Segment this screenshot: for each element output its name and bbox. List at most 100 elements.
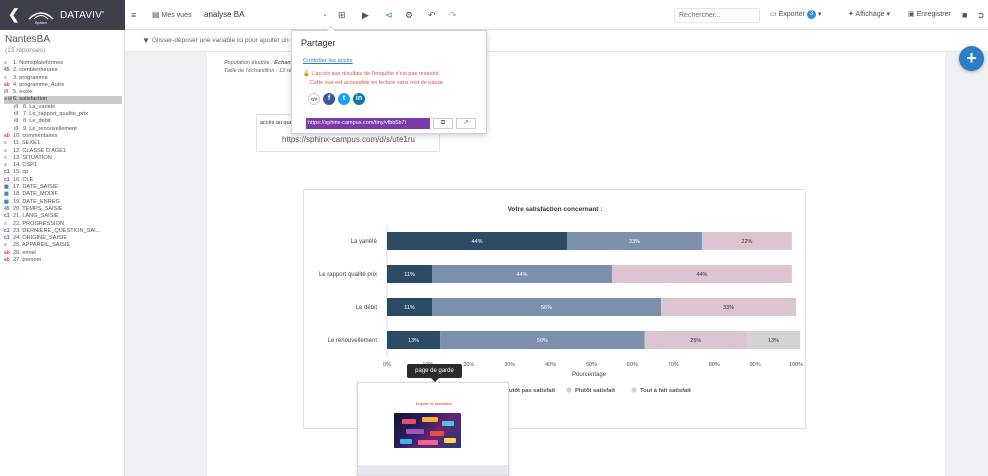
variable-label: 27. prenom: [13, 257, 42, 264]
share-icon[interactable]: ⊲: [385, 8, 393, 22]
variables-sidebar: NantesBA (13 réponses) ≡ 1. Nomsplateform…: [0, 30, 125, 476]
variable-item[interactable]: ≡ 3. programme: [4, 75, 122, 82]
variable-item[interactable]: ▦ 17. DATE_SAISIE: [4, 184, 122, 191]
thumbnail-image: [394, 413, 461, 448]
variable-item[interactable]: c1 21. LANG_SAISIE: [4, 213, 122, 220]
export-count-badge: 3: [807, 9, 816, 19]
variable-label: 23. DERNIERE_QUESTION_SAI...: [13, 227, 101, 234]
linkedin-icon[interactable]: in: [353, 93, 365, 105]
variable-item[interactable]: ab 27. prenom: [4, 257, 122, 264]
variable-item[interactable]: 45 2. combienheures: [4, 67, 122, 74]
variable-label: 17. DATE_SAISIE: [13, 184, 58, 191]
display-button[interactable]: ✦ Affichage ▾: [848, 9, 890, 21]
settings-icon[interactable]: ⚙: [405, 8, 413, 22]
variable-item[interactable]: c1 16. CLE: [4, 177, 122, 184]
export-button[interactable]: ▭ Exporter 3 ▾: [770, 9, 821, 21]
variable-item[interactable]: ≡ 22. PROGRESSION: [4, 221, 122, 228]
variable-item[interactable]: ab 10. commentaires: [4, 133, 122, 140]
twitter-icon[interactable]: t: [338, 93, 350, 105]
variable-item[interactable]: ◂ ⊞6. satisfaction: [4, 96, 122, 104]
variable-type-icon: ▦: [4, 198, 9, 205]
access-url[interactable]: https://sphinx-campus.com/d/s/ute1ru: [282, 135, 415, 144]
x-tick-label: 0%: [383, 362, 391, 368]
x-tick-label: 30%: [504, 362, 515, 368]
variable-type-icon: c1: [4, 176, 10, 183]
variable-item[interactable]: ≡ 1. Nomsplateformes: [4, 60, 122, 67]
control-access-link[interactable]: Contrôler les accès: [303, 58, 353, 64]
variable-item[interactable]: ab 26. email: [4, 250, 122, 257]
view-select[interactable]: analyse BA ⌄: [204, 7, 330, 23]
variable-type-icon: ≡: [4, 242, 7, 249]
variable-item[interactable]: ≡ 12. CLASSE D'AGE1: [4, 148, 122, 155]
variable-type-icon: ıll: [4, 89, 9, 96]
embed-icon[interactable]: </>: [308, 93, 320, 105]
share-link-field[interactable]: https://sphinx-campus.com/tiny/vfbb5b7l: [306, 118, 430, 129]
variable-item[interactable]: ≡ 13. SITUATION: [4, 155, 122, 162]
undo-icon[interactable]: ↶: [428, 8, 436, 22]
back-icon[interactable]: ❮: [8, 7, 20, 21]
category-label: Le rapport qualité prix: [319, 272, 377, 278]
camera-icon[interactable]: ■: [962, 8, 967, 22]
variable-label: 14. CSP1: [13, 162, 37, 169]
views-icon: ▤: [152, 10, 160, 19]
open-link-button[interactable]: ↗: [456, 118, 476, 129]
variable-item[interactable]: ▦ 18. DATE_MODIF: [4, 191, 122, 198]
variable-type-icon: 45: [4, 205, 10, 212]
variable-label: 8. Le_debit: [23, 118, 51, 125]
variable-item[interactable]: ıll 7. Le_rapport_qualite_prix: [4, 111, 122, 118]
x-tick-label: 20%: [463, 362, 474, 368]
save-label: Enregistrer: [916, 11, 951, 18]
variable-type-icon: ≡: [4, 147, 7, 154]
category-label: Le débit: [356, 305, 378, 311]
variable-item[interactable]: ıll 5. ecole: [4, 89, 122, 96]
legend-label: utôt pas satisfait: [509, 388, 555, 394]
variable-item[interactable]: ≡ 14. CSP1: [4, 162, 122, 169]
variable-label: 9. Le_renouvellement: [23, 125, 77, 132]
view-select-value: analyse BA: [204, 10, 245, 19]
menu-icon[interactable]: ≡: [131, 8, 136, 22]
variable-type-icon: ≡: [4, 60, 7, 66]
variable-item[interactable]: ≡ 11. SEXE1: [4, 140, 122, 147]
brand-area: ❮ Sphinx DATAVIV': [0, 0, 125, 30]
bar-value-label: 56%: [541, 305, 552, 311]
variable-item[interactable]: ▦ 19. DATE_ENREG: [4, 199, 122, 206]
play-icon[interactable]: ▶: [362, 8, 369, 22]
variable-label: 20. TEMPS_SAISIE: [13, 205, 63, 212]
variable-label: 5. ecole: [13, 89, 33, 96]
variable-label: 7. Le_rapport_qualite_prix: [23, 111, 88, 118]
legend-label: Plutôt satisfait: [575, 388, 615, 394]
variable-item[interactable]: c1 15. cp: [4, 169, 122, 176]
variable-item[interactable]: 45 20. TEMPS_SAISIE: [4, 206, 122, 213]
views-button[interactable]: ▤ Mes vues: [152, 9, 191, 22]
variable-list: ≡ 1. Nomsplateformes 45 2. combienheures ≡ 3.…: [4, 60, 122, 264]
x-tick-label: 70%: [668, 362, 679, 368]
exit-icon[interactable]: ➲: [977, 8, 985, 22]
thumbnail-title: Enquête de satisfaction: [415, 402, 453, 406]
responses-count: (13 réponses): [5, 47, 46, 54]
variable-item[interactable]: ıll 8. Le_debit: [4, 118, 122, 125]
redo-icon[interactable]: ↷: [449, 8, 457, 22]
variable-item[interactable]: ≡ 25. APPAREIL_SAISIE: [4, 242, 122, 249]
export-icon: ▭: [770, 11, 777, 18]
variable-type-icon: c1: [4, 213, 10, 220]
category-label: Le renouvellement: [328, 338, 378, 344]
variable-item[interactable]: c1 24. ORIGINE_SAISIE: [4, 235, 122, 242]
bar-value-label: 22%: [741, 239, 752, 245]
variable-type-icon: c1: [4, 169, 10, 176]
add-fab-button[interactable]: +: [959, 46, 984, 71]
survey-name: NantesBA: [5, 34, 51, 45]
variable-item[interactable]: c1 23. DERNIERE_QUESTION_SAI...: [4, 228, 122, 235]
facebook-icon[interactable]: f: [323, 93, 335, 105]
page-thumbnail[interactable]: Enquête de satisfaction: [357, 382, 509, 476]
thumbnail-tooltip: page de garde: [407, 364, 462, 382]
copy-link-button[interactable]: ⧉: [433, 118, 453, 129]
variable-label: 18. DATE_MODIF: [13, 191, 58, 198]
filter-drop-zone[interactable]: ▼ Glisser-déposer une variable ici pour …: [125, 30, 988, 52]
share-title: Partager: [301, 38, 336, 48]
variable-item[interactable]: ıll 6. La_variete: [4, 104, 122, 111]
variable-item[interactable]: ab 4. programme_Autre: [4, 82, 122, 89]
add-view-icon[interactable]: ⊞: [338, 8, 346, 22]
variable-item[interactable]: ıll 9. Le_renouvellement: [4, 126, 122, 133]
save-button[interactable]: ▣ Enregistrer: [908, 9, 951, 21]
search-input[interactable]: [674, 8, 760, 23]
